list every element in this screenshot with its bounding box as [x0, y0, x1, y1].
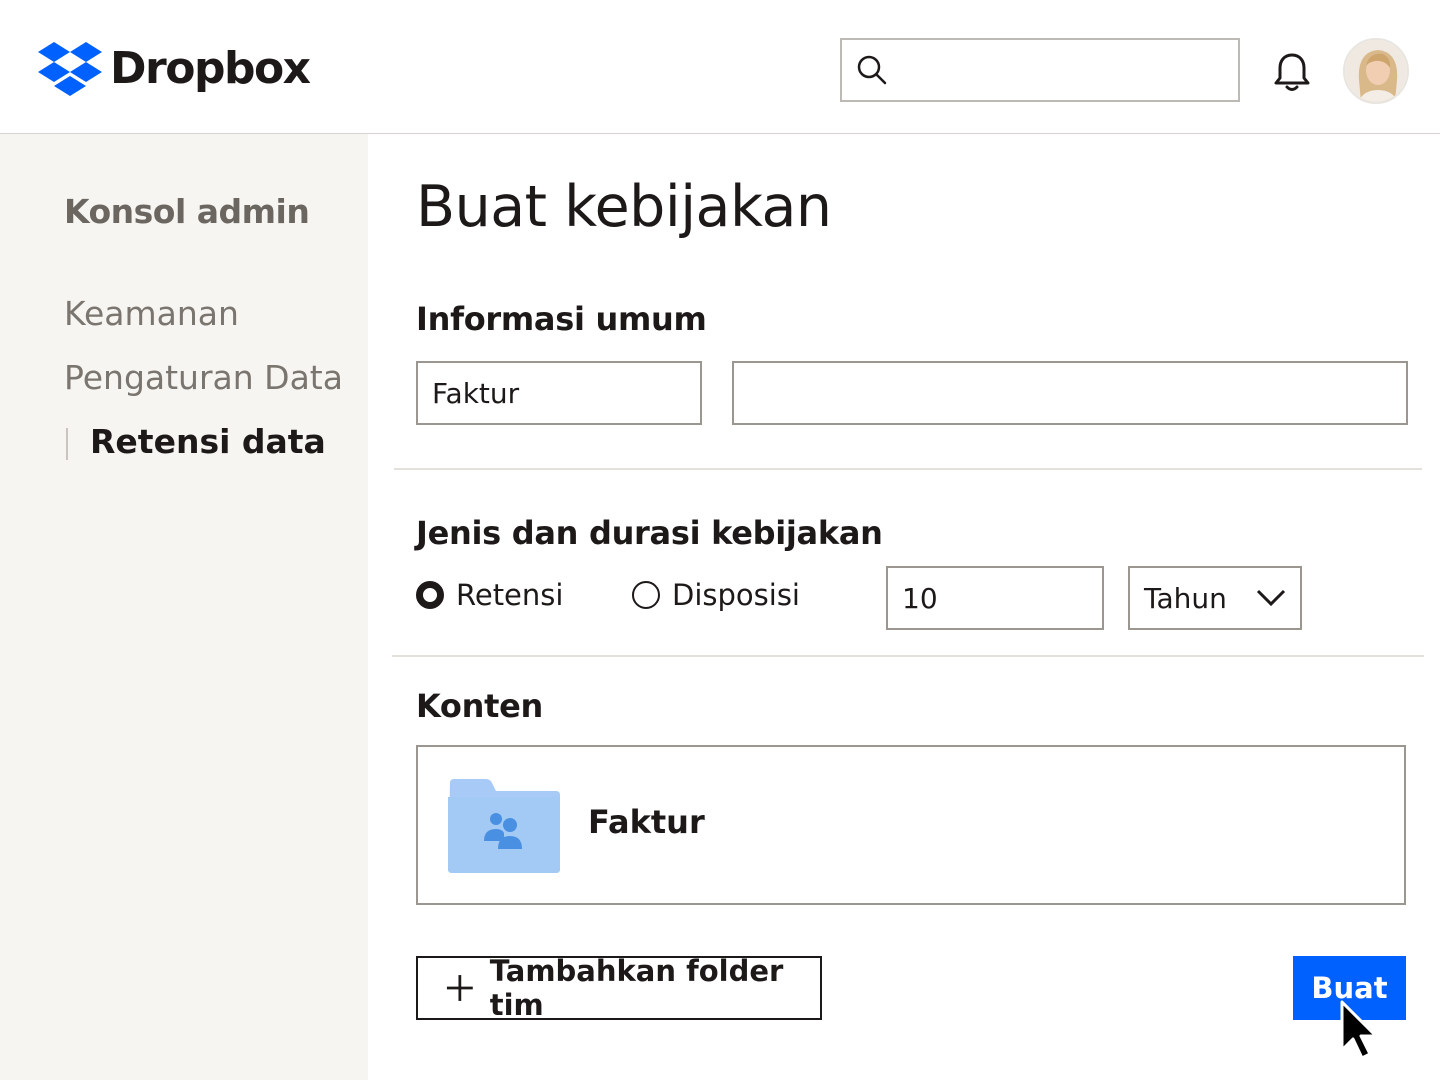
dropbox-logo-icon — [38, 42, 102, 96]
folder-name: Faktur — [588, 803, 705, 841]
sidebar-item-data-settings[interactable]: Pengaturan Data — [64, 358, 343, 397]
search-box[interactable] — [840, 38, 1240, 102]
policy-type-heading: Jenis dan durasi kebijakan — [416, 514, 883, 552]
add-team-folder-label: Tambahkan folder tim — [489, 954, 784, 1022]
chevron-down-icon — [1256, 589, 1286, 607]
search-icon — [857, 55, 887, 85]
dropbox-logo[interactable]: Dropbox — [38, 42, 311, 96]
active-indicator — [66, 428, 68, 460]
search-input[interactable] — [898, 40, 1238, 100]
shared-folder-icon — [448, 779, 560, 873]
duration-unit-select[interactable]: Tahun — [1128, 566, 1302, 630]
page-title: Buat kebijakan — [416, 174, 832, 240]
sidebar-item-security[interactable]: Keamanan — [64, 294, 239, 333]
radio-retention-label: Retensi — [456, 578, 564, 612]
radio-checked-icon[interactable] — [416, 581, 444, 609]
main-panel: Buat kebijakan Informasi umum Jenis dan … — [368, 134, 1440, 1080]
avatar[interactable] — [1343, 38, 1409, 104]
divider — [392, 655, 1424, 657]
content-list: Faktur — [416, 745, 1406, 905]
policy-name-input[interactable] — [418, 363, 700, 423]
general-info-heading: Informasi umum — [416, 300, 707, 338]
notifications-button[interactable] — [1268, 48, 1316, 96]
add-team-folder-button[interactable]: Tambahkan folder tim — [416, 954, 822, 1022]
mouse-pointer-icon — [1340, 1000, 1378, 1060]
top-bar: Dropbox — [0, 0, 1440, 134]
policy-description-field[interactable] — [732, 361, 1408, 425]
user-photo-icon — [1345, 40, 1407, 102]
radio-unchecked-icon[interactable] — [632, 581, 660, 609]
sidebar: Konsol admin Keamanan Pengaturan Data Re… — [0, 134, 368, 1080]
policy-description-input[interactable] — [734, 363, 1406, 423]
duration-field[interactable] — [886, 566, 1104, 630]
bell-icon — [1274, 53, 1310, 91]
radio-disposition[interactable]: Disposisi — [632, 578, 800, 612]
sidebar-item-data-retention[interactable]: Retensi data — [90, 422, 326, 461]
list-item[interactable] — [446, 779, 562, 878]
radio-disposition-label: Disposisi — [672, 578, 800, 612]
policy-name-field[interactable] — [416, 361, 702, 425]
brand-name: Dropbox — [110, 43, 311, 94]
plus-icon — [446, 975, 473, 1001]
sidebar-title: Konsol admin — [64, 192, 310, 231]
duration-unit-value: Tahun — [1144, 581, 1227, 615]
divider — [394, 468, 1422, 470]
duration-input[interactable] — [888, 568, 1102, 628]
content-heading: Konten — [416, 687, 543, 725]
radio-retention[interactable]: Retensi — [416, 578, 563, 612]
